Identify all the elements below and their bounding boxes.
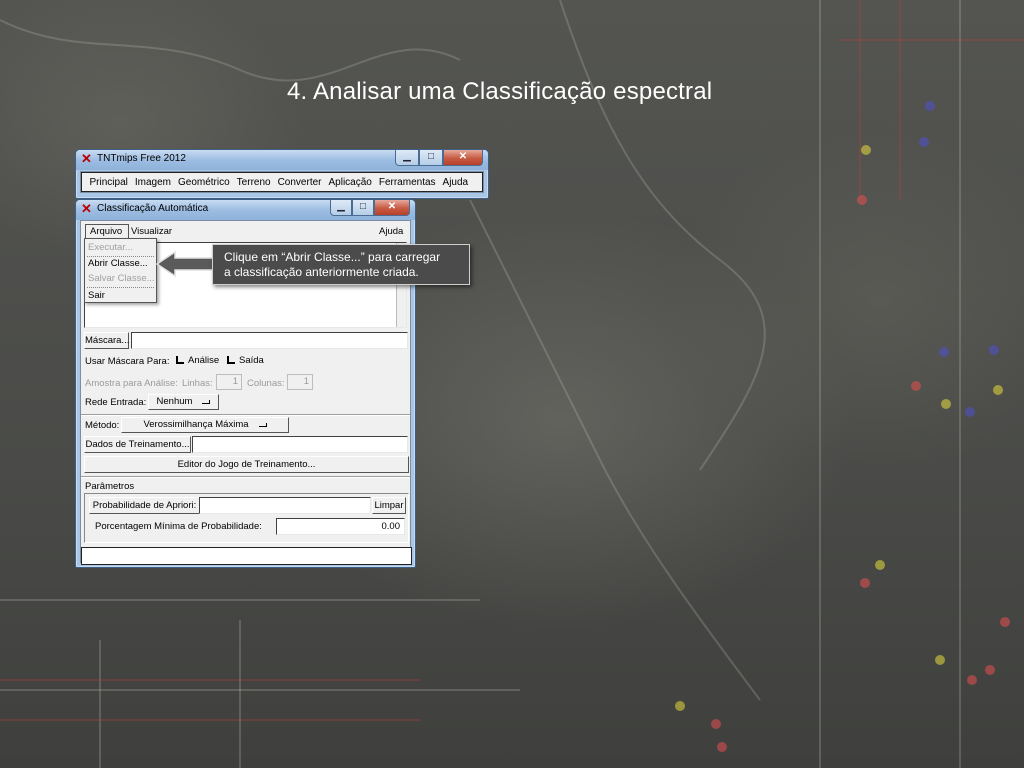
usar-mascara-label: Usar Máscara Para: — [85, 356, 170, 367]
maximize-button[interactable]: □ — [419, 150, 443, 166]
probabilidade-apriori-field[interactable] — [199, 497, 371, 514]
probabilidade-apriori-label: Probabilidade de Apriori: — [92, 500, 197, 511]
linhas-field[interactable]: 1 — [216, 374, 242, 390]
dados-treinamento-button[interactable]: Dados de Treinamento... — [84, 436, 191, 453]
callout-line-2: a classificação anteriormente criada. — [224, 265, 419, 279]
menu-converter[interactable]: Converter — [274, 177, 325, 188]
menu-ferramentas[interactable]: Ferramentas — [375, 177, 439, 188]
separator — [81, 476, 410, 478]
metodo-label: Método: — [85, 420, 120, 431]
main-menubar-area: Principal Imagem Geométrico Terreno Conv… — [80, 171, 484, 193]
editor-jogo-label: Editor do Jogo de Treinamento... — [177, 459, 316, 470]
main-menubar: Principal Imagem Geométrico Terreno Conv… — [81, 172, 483, 192]
arquivo-dropdown-menu: Executar... Abrir Classe... Salvar Class… — [84, 238, 157, 303]
minimize-button[interactable]: ▁ — [395, 150, 419, 166]
menu-imagem[interactable]: Imagem — [131, 177, 174, 188]
close-button[interactable]: ✕ — [443, 150, 483, 166]
dropdown-arrow-icon — [202, 400, 211, 404]
menu-item-executar: Executar... — [88, 242, 133, 253]
saida-checkbox[interactable] — [227, 356, 235, 364]
maximize-button[interactable]: □ — [352, 200, 374, 216]
tntmips-main-window: ✕ TNTmips Free 2012 ▁ □ ✕ Principal Imag… — [75, 149, 489, 199]
close-button[interactable]: ✕ — [374, 200, 410, 216]
parametros-group: Probabilidade de Apriori: Limpar Porcent… — [84, 493, 409, 543]
dropdown-arrow-icon — [258, 423, 267, 427]
probabilidade-apriori-label-box: Probabilidade de Apriori: — [89, 497, 199, 514]
linhas-value: 1 — [232, 376, 238, 387]
instruction-callout: Clique em “Abrir Classe...” para carrega… — [212, 244, 470, 285]
menu-ajuda[interactable]: Ajuda — [379, 226, 403, 237]
status-bar — [81, 547, 412, 565]
mascara-field[interactable] — [131, 332, 408, 349]
mascara-button-label: Máscara... — [85, 335, 130, 346]
menu-principal[interactable]: Principal — [86, 177, 131, 188]
separator — [81, 414, 410, 416]
parametros-label: Parâmetros — [85, 481, 135, 492]
editor-jogo-treinamento-button[interactable]: Editor do Jogo de Treinamento... — [84, 456, 409, 473]
classification-titlebar[interactable]: ✕ Classificação Automática ▁ □ ✕ — [76, 200, 415, 220]
linhas-label: Linhas: — [182, 378, 213, 389]
menu-separator — [87, 287, 154, 288]
menu-item-abrir-classe[interactable]: Abrir Classe... — [88, 258, 148, 269]
limpar-label: Limpar — [374, 500, 404, 511]
menu-visualizar[interactable]: Visualizar — [131, 226, 172, 237]
menu-ajuda[interactable]: Ajuda — [439, 177, 472, 188]
dados-treinamento-label: Dados de Treinamento... — [85, 439, 190, 450]
porcentagem-minima-field[interactable]: 0.00 — [276, 518, 405, 535]
menu-terreno[interactable]: Terreno — [233, 177, 274, 188]
analise-label: Análise — [188, 355, 220, 366]
menu-geometrico[interactable]: Geométrico — [174, 177, 233, 188]
mascara-button[interactable]: Máscara... — [84, 332, 129, 349]
main-window-title: TNTmips Free 2012 — [97, 153, 186, 164]
rede-entrada-dropdown[interactable]: Nenhum — [148, 394, 219, 410]
porcentagem-minima-label: Porcentagem Mínima de Probabilidade: — [95, 521, 262, 532]
menu-item-sair[interactable]: Sair — [88, 290, 105, 301]
metodo-value: Verossimilhança Máxima — [143, 419, 249, 430]
limpar-button[interactable]: Limpar — [372, 497, 406, 514]
menu-item-salvar-classe: Salvar Classe... — [88, 273, 155, 284]
callout-line-1: Clique em “Abrir Classe...” para carrega… — [224, 250, 441, 264]
minimize-button[interactable]: ▁ — [330, 200, 352, 216]
classification-window-title: Classificação Automática — [97, 203, 209, 214]
menu-arquivo[interactable]: Arquivo — [85, 224, 129, 239]
colunas-field[interactable]: 1 — [287, 374, 313, 390]
tntmips-logo-icon: ✕ — [81, 151, 92, 166]
menu-separator — [87, 256, 154, 257]
saida-label: Saída — [239, 355, 264, 366]
porcentagem-minima-value: 0.00 — [381, 521, 401, 532]
menu-arquivo-label: Arquivo — [90, 226, 123, 237]
dados-treinamento-field[interactable] — [192, 436, 408, 453]
rede-entrada-value: Nenhum — [156, 396, 193, 407]
amostra-label: Amostra para Análise: — [85, 378, 178, 389]
menu-aplicacao[interactable]: Aplicação — [325, 177, 375, 188]
callout-arrow-icon — [155, 250, 214, 278]
colunas-value: 1 — [303, 376, 309, 387]
tntmips-logo-icon: ✕ — [81, 201, 92, 216]
rede-entrada-label: Rede Entrada: — [85, 397, 147, 408]
main-titlebar[interactable]: ✕ TNTmips Free 2012 ▁ □ ✕ — [76, 150, 488, 170]
metodo-dropdown[interactable]: Verossimilhança Máxima — [121, 417, 289, 433]
slide-title: 4. Analisar uma Classificação espectral — [287, 78, 713, 105]
analise-checkbox[interactable] — [176, 356, 184, 364]
colunas-label: Colunas: — [247, 378, 285, 389]
